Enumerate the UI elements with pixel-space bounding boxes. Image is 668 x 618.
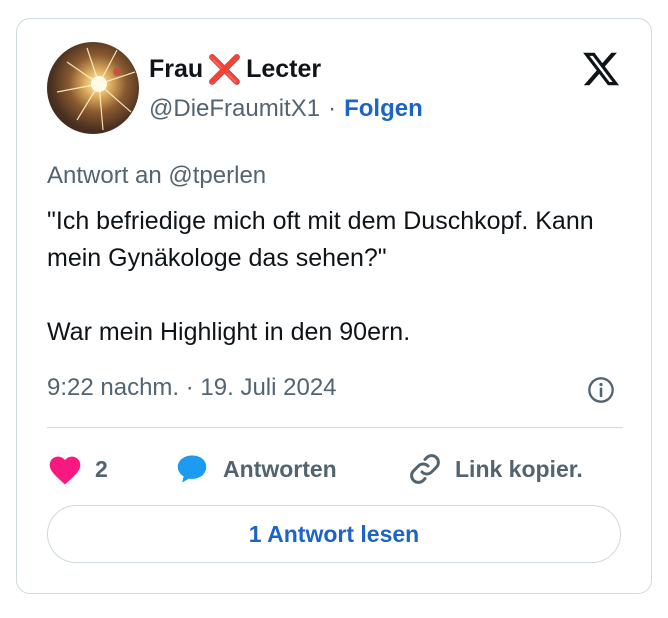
like-button[interactable]: 2 — [47, 449, 108, 489]
author-handle[interactable]: @DieFraumitX1 — [149, 95, 320, 123]
author-name-part2: Lecter — [246, 55, 322, 83]
post-text: "Ich befriedige mich oft mit dem Duschko… — [47, 207, 594, 346]
divider — [47, 427, 623, 428]
embedded-post-card: Frau ❌ Lecter @DieFraumitX1 · Folgen Ant… — [16, 18, 652, 594]
read-replies-button[interactable]: 1 Antwort lesen — [47, 505, 621, 563]
author-name[interactable]: Frau ❌ Lecter — [149, 53, 321, 86]
x-logo-icon[interactable] — [581, 49, 621, 89]
red-x-mark-icon: ❌ — [207, 54, 243, 85]
reply-label: Antworten — [223, 455, 337, 482]
reply-bubble-icon — [177, 455, 207, 483]
copy-link-label: Link kopier. — [455, 455, 583, 482]
avatar[interactable] — [47, 42, 139, 134]
reply-button[interactable]: Antworten — [173, 449, 337, 489]
post-timestamp[interactable]: 9:22 nachm. · 19. Juli 2024 — [47, 374, 337, 402]
heart-icon — [49, 456, 81, 485]
info-icon[interactable] — [587, 376, 615, 404]
author-name-part1: Frau — [149, 55, 204, 83]
action-bar: 2 Antworten Link kopier. — [47, 449, 627, 489]
like-count: 2 — [95, 455, 108, 482]
copy-link-button[interactable]: Link kopier. — [407, 449, 583, 489]
separator-dot: · — [328, 95, 337, 122]
sparkler-image — [56, 47, 136, 131]
follow-button[interactable]: Folgen — [344, 95, 423, 123]
link-icon — [410, 454, 440, 484]
reply-to-label: Antwort an @tperlen — [47, 162, 267, 189]
handle-row: @DieFraumitX1 · Folgen — [149, 95, 423, 123]
